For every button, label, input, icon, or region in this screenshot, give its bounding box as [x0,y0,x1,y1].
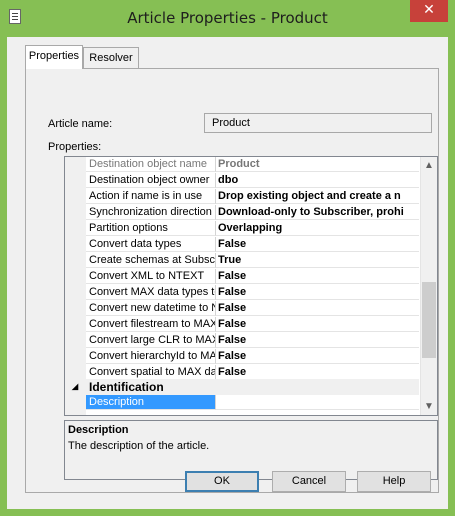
collapse-triangle-icon[interactable]: ◢ [72,382,78,391]
scroll-up-arrow-icon[interactable]: ▲ [421,157,437,174]
dialog-client-area: Properties Resolver Article name: Produc… [7,37,448,509]
tab-properties[interactable]: Properties [25,45,83,69]
close-button[interactable]: ✕ [410,0,448,22]
property-value[interactable]: dbo [216,173,419,188]
scrollbar-thumb[interactable] [422,282,436,358]
property-grid[interactable]: Destination object name Product Destinat… [64,156,438,416]
category-identification[interactable]: ◢ Identification [65,379,419,395]
property-row-convert-hierarchyid[interactable]: Convert hierarchyId to MA False [86,349,419,365]
property-name: Convert XML to NTEXT [86,269,216,284]
property-row-convert-data-types[interactable]: Convert data types False [86,237,419,253]
property-value[interactable] [216,395,419,410]
property-value[interactable]: Product [216,157,419,172]
description-title: Description [68,424,129,436]
properties-tab-panel: Article name: Product Properties: Destin… [25,68,439,493]
property-row-description[interactable]: Description [86,395,419,411]
property-value[interactable]: Overlapping [216,221,419,236]
property-row-convert-xml-to-ntext[interactable]: Convert XML to NTEXT False [86,269,419,285]
property-value[interactable]: False [216,269,419,284]
property-name: Convert data types [86,237,216,252]
property-row-synchronization-direction[interactable]: Synchronization direction Download-only … [86,205,419,221]
property-row-destination-object-name[interactable]: Destination object name Product [86,157,419,173]
property-name: Convert filestream to MAX [86,317,216,332]
tab-resolver[interactable]: Resolver [83,47,139,68]
properties-label: Properties: [48,141,102,153]
property-row-destination-object-owner[interactable]: Destination object owner dbo [86,173,419,189]
property-name: Convert large CLR to MAX [86,333,216,348]
property-value[interactable]: Download-only to Subscriber, prohi [216,205,419,220]
property-row-create-schemas[interactable]: Create schemas at Subscri True [86,253,419,269]
help-button[interactable]: Help [357,471,431,492]
scroll-down-arrow-icon[interactable]: ▼ [421,398,437,415]
property-name: Convert spatial to MAX dat [86,365,216,380]
property-name: Destination object owner [86,173,216,188]
property-name: Convert new datetime to N [86,301,216,316]
title-bar[interactable]: Article Properties - Product ✕ [0,0,455,36]
property-value[interactable]: False [216,365,419,380]
property-name: Create schemas at Subscri [86,253,216,268]
property-name: Convert hierarchyId to MA [86,349,216,364]
property-value[interactable]: True [216,253,419,268]
property-name: Description [86,395,216,410]
category-label: Identification [89,380,164,394]
property-row-partition-options[interactable]: Partition options Overlapping [86,221,419,237]
property-value[interactable]: False [216,349,419,364]
ok-button[interactable]: OK [185,471,259,492]
property-row-convert-large-clr[interactable]: Convert large CLR to MAX False [86,333,419,349]
property-row-convert-new-datetime[interactable]: Convert new datetime to N False [86,301,419,317]
property-value[interactable]: False [216,285,419,300]
property-name: Convert MAX data types to [86,285,216,300]
property-row-action-if-name-in-use[interactable]: Action if name is in use Drop existing o… [86,189,419,205]
property-value[interactable]: False [216,301,419,316]
description-text: The description of the article. [68,440,210,452]
property-value[interactable]: False [216,317,419,332]
cancel-button[interactable]: Cancel [272,471,346,492]
grid-gutter [65,157,86,415]
property-row-convert-filestream[interactable]: Convert filestream to MAX False [86,317,419,333]
property-name: Synchronization direction [86,205,216,220]
vertical-scrollbar[interactable]: ▲ ▼ [420,157,437,415]
property-value[interactable]: False [216,333,419,348]
article-name-label: Article name: [48,118,113,130]
property-name: Destination object name [86,157,216,172]
article-name-field[interactable]: Product [204,113,432,133]
dialog-window: Article Properties - Product ✕ Propertie… [0,0,455,516]
window-title: Article Properties - Product [127,9,328,27]
property-value[interactable]: False [216,237,419,252]
property-row-convert-max-data-types[interactable]: Convert MAX data types to False [86,285,419,301]
property-name: Partition options [86,221,216,236]
property-name: Action if name is in use [86,189,216,204]
property-value[interactable]: Drop existing object and create a n [216,189,419,204]
